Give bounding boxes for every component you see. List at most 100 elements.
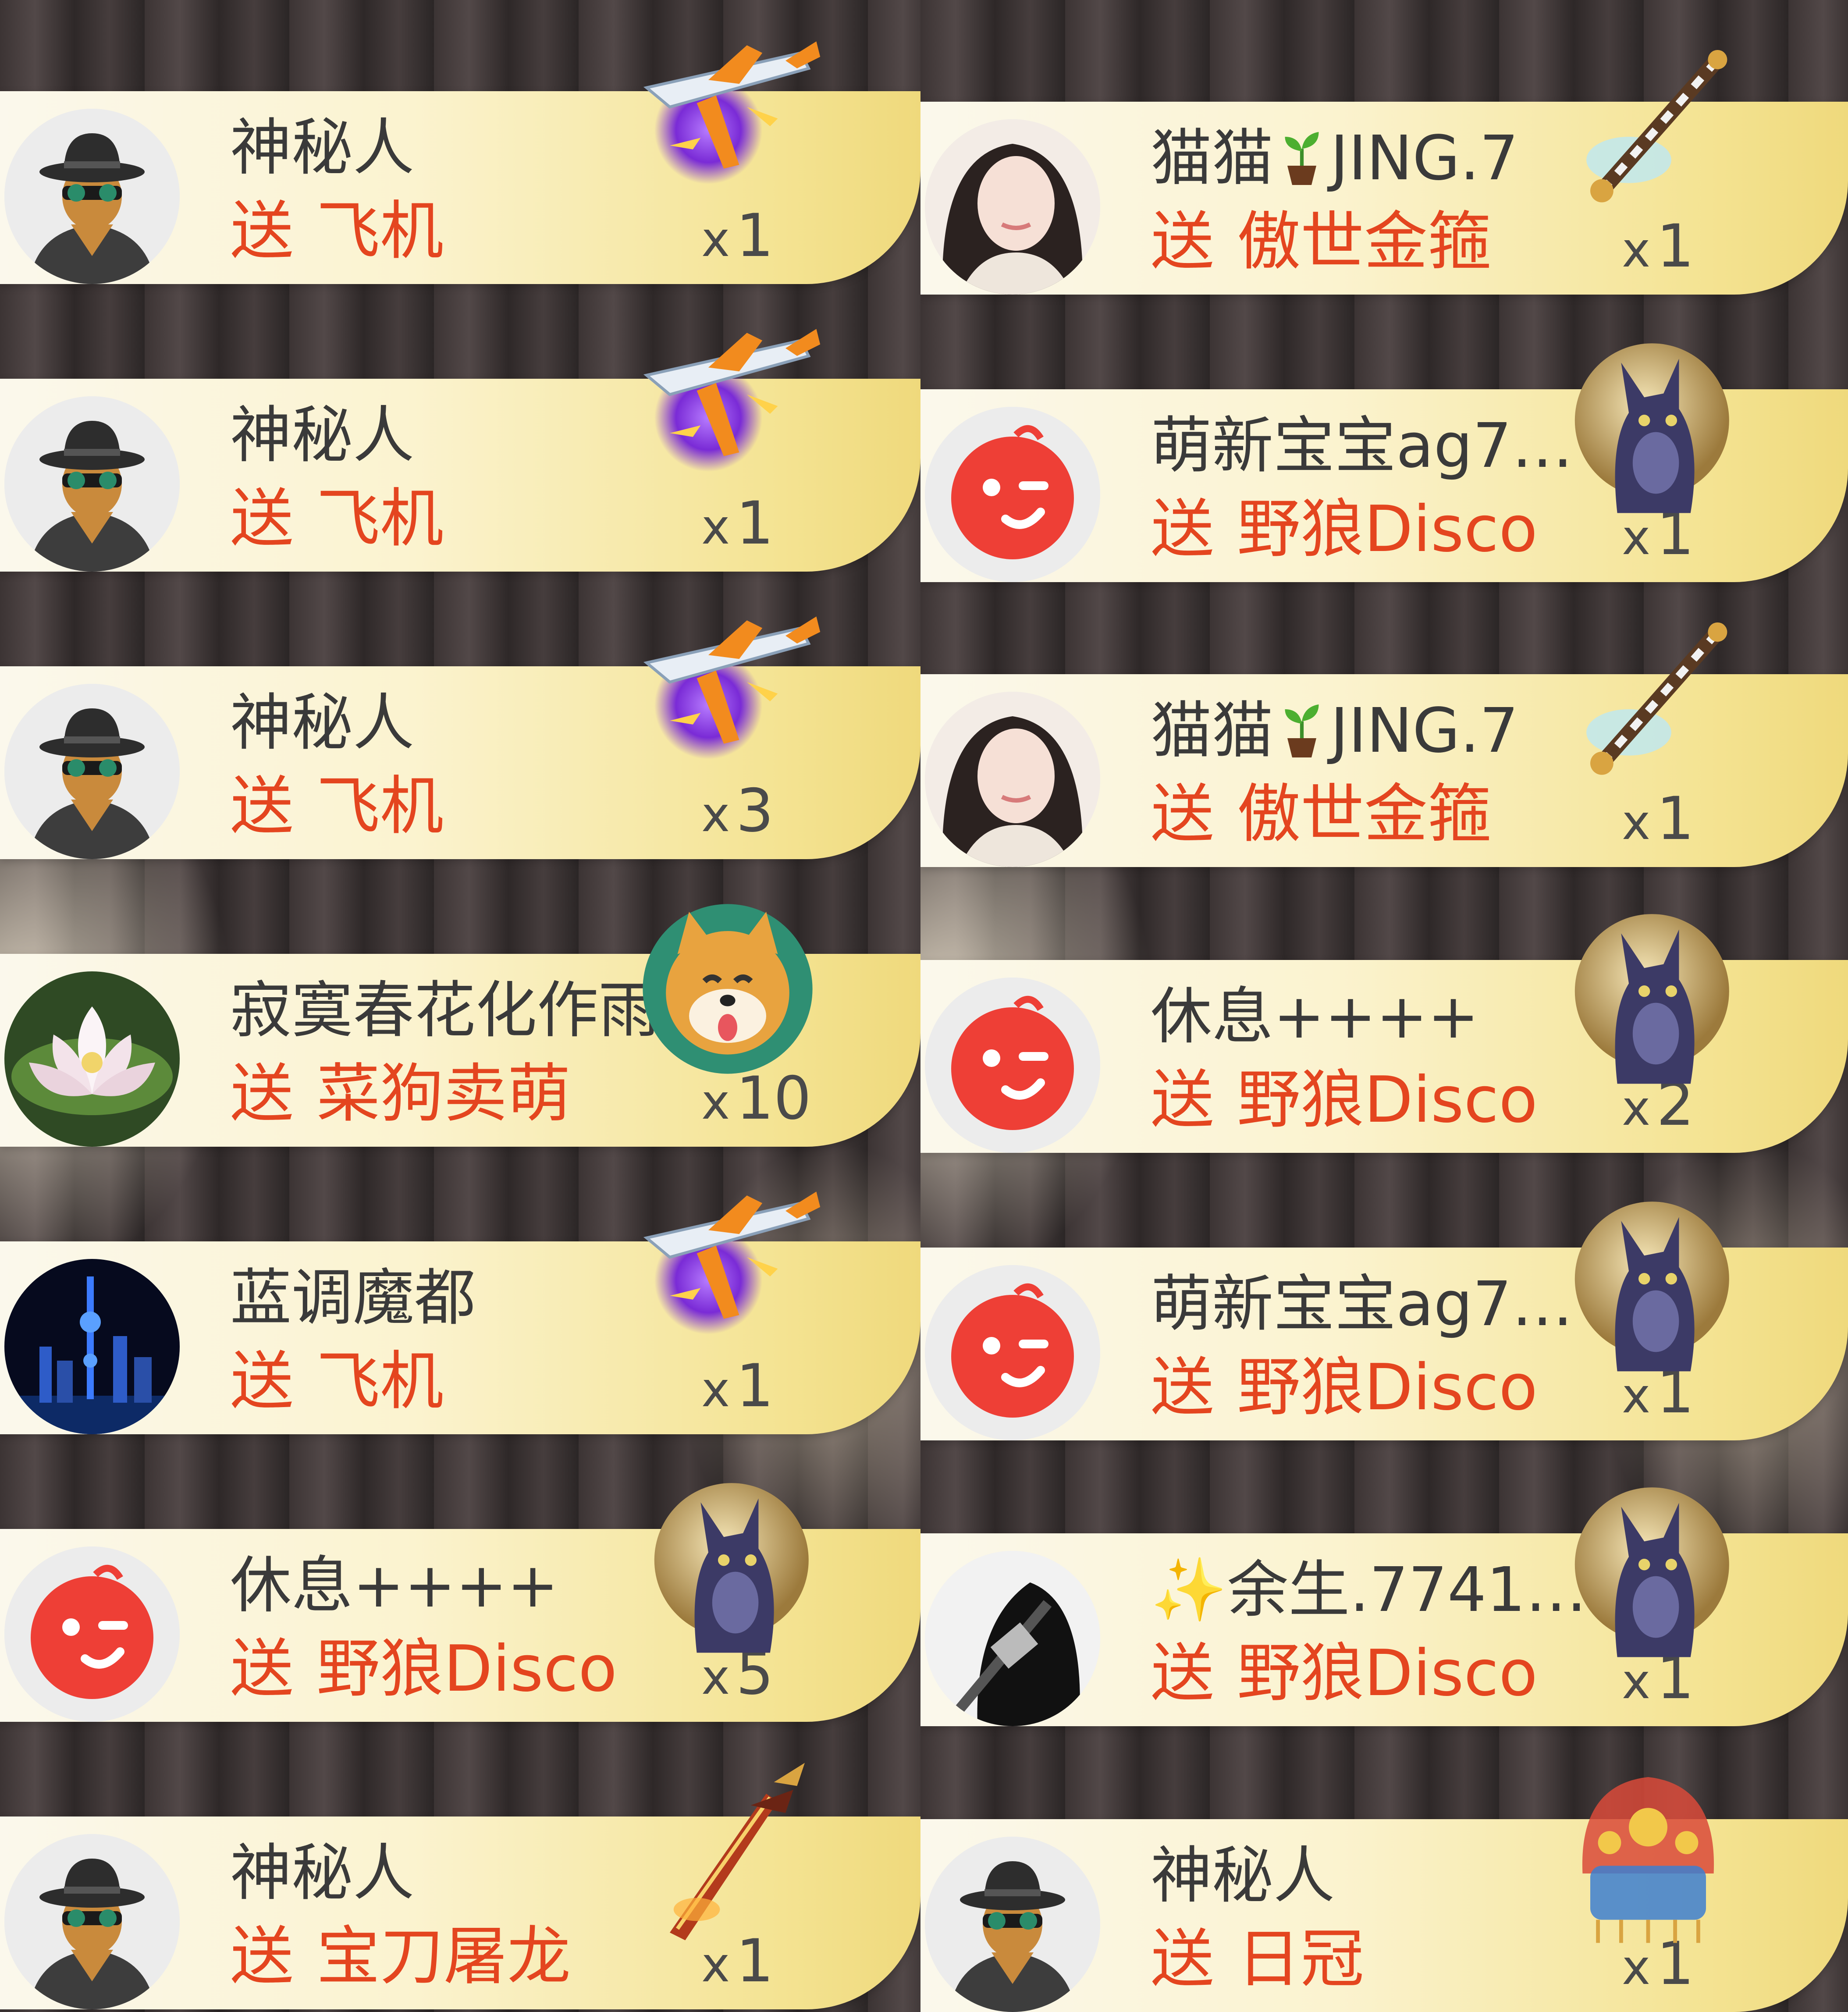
gift-message-card[interactable]: 神秘人送日冠 x 1 <box>920 1819 1848 2012</box>
gift-description: 送飞机 <box>230 194 444 269</box>
username-suffix: JING.7 <box>1330 695 1519 767</box>
username[interactable]: 萌新宝宝ag7… <box>1151 409 1611 483</box>
username[interactable]: 猫猫 JING.7 <box>1151 121 1611 196</box>
username-text: 休息++++ <box>230 1550 559 1621</box>
gift-message-card[interactable]: ✨余生.7741… 送野狼Disco x 1 <box>920 1487 1848 1726</box>
username[interactable]: 神秘人 <box>230 111 690 185</box>
girl-avatar[interactable] <box>925 119 1100 295</box>
golden-staff-icon <box>1552 613 1745 806</box>
lotus-avatar[interactable] <box>4 971 180 1147</box>
username-text: 神秘人 <box>1151 1840 1335 1912</box>
gift-description: 送菜狗卖萌 <box>230 1057 571 1131</box>
wolf-disco-icon <box>1552 1186 1745 1379</box>
spy-avatar-icon[interactable] <box>925 1837 1100 2012</box>
airplane-icon <box>631 605 824 798</box>
gift-message-card[interactable]: 猫猫 JING.7 送傲世金箍 x 1 <box>920 674 1848 867</box>
send-label: 送 <box>230 1344 294 1418</box>
username[interactable]: 寂寞春花化作雨 <box>230 974 690 1048</box>
sketch-avatar[interactable] <box>925 1551 1100 1726</box>
wolf-disco-icon <box>1552 1472 1745 1665</box>
send-label: 送 <box>230 194 294 268</box>
gift-description: 送野狼Disco <box>230 1632 617 1706</box>
spy-avatar-icon[interactable] <box>4 1834 180 2009</box>
gift-message-card[interactable]: 神秘人送飞机 x 1 <box>0 91 920 284</box>
gift-description: 送飞机 <box>230 1344 444 1419</box>
username-text: 寂寞春花化作雨 <box>230 975 660 1046</box>
send-label: 送 <box>1151 205 1214 279</box>
username-text: 神秘人 <box>230 1838 415 1909</box>
airplane-icon <box>631 30 824 223</box>
username-text: 萌新宝宝ag7… <box>1151 410 1573 482</box>
sparkle-icon: ✨ <box>1151 1554 1227 1626</box>
gift-description: 送飞机 <box>230 769 444 844</box>
airplane-icon <box>631 317 824 510</box>
send-label: 送 <box>1151 492 1214 566</box>
gift-name: 飞机 <box>316 194 444 268</box>
left-gift-feed: 神秘人送飞机 x 1 神秘人送飞机 x 1 神秘人送飞机 x 3 寂寞春花化作雨送菜狗卖萌 x 10 蓝… <box>0 0 920 2012</box>
gift-name: 野狼Disco <box>1237 492 1538 566</box>
wink-face-avatar[interactable] <box>925 1265 1100 1440</box>
airplane-icon <box>631 1180 824 1373</box>
spy-avatar-icon[interactable] <box>4 109 180 284</box>
gift-name: 菜狗卖萌 <box>316 1057 571 1131</box>
send-label: 送 <box>1151 777 1214 851</box>
username[interactable]: 休息++++ <box>1151 980 1611 1054</box>
gift-message-card[interactable]: 寂寞春花化作雨送菜狗卖萌 x 10 <box>0 954 920 1147</box>
spy-avatar-icon[interactable] <box>4 684 180 859</box>
send-label: 送 <box>1151 1636 1214 1710</box>
wolf-disco-icon <box>1552 328 1745 521</box>
wolf-disco-icon <box>1552 899 1745 1091</box>
send-label: 送 <box>230 769 294 843</box>
username[interactable]: 休息++++ <box>230 1549 690 1623</box>
gift-description: 送傲世金箍 <box>1151 205 1491 279</box>
gift-message-card[interactable]: 猫猫 JING.7 送傲世金箍 x 1 <box>920 102 1848 295</box>
gift-message-card[interactable]: 休息++++ 送野狼Disco x 2 <box>920 914 1848 1153</box>
username-suffix: JING.7 <box>1330 123 1519 194</box>
username[interactable]: 神秘人 <box>230 1836 690 1911</box>
wink-face-avatar[interactable] <box>925 407 1100 582</box>
gift-message-card[interactable]: 神秘人送宝刀屠龙 x 1 <box>0 1816 920 2009</box>
gift-description: 送日冠 <box>1151 1922 1364 1997</box>
gift-name: 傲世金箍 <box>1237 777 1491 851</box>
gift-message-card[interactable]: 萌新宝宝ag7… 送野狼Disco x 1 <box>920 1202 1848 1440</box>
gift-name: 日冠 <box>1237 1922 1364 1996</box>
send-label: 送 <box>230 482 294 556</box>
username[interactable]: 萌新宝宝ag7… <box>1151 1267 1611 1342</box>
username[interactable]: 神秘人 <box>230 686 690 761</box>
gift-message-card[interactable]: 萌新宝宝ag7… 送野狼Disco x 1 <box>920 343 1848 582</box>
username[interactable]: 神秘人 <box>230 398 690 473</box>
gift-description: 送宝刀屠龙 <box>230 1920 571 1994</box>
gift-name: 飞机 <box>316 1344 444 1418</box>
gift-message-card[interactable]: 休息++++ 送野狼Disco x 5 <box>0 1483 920 1722</box>
username[interactable]: 神秘人 <box>1151 1839 1611 1913</box>
send-label: 送 <box>230 1920 294 1994</box>
right-gift-feed: 猫猫 JING.7 送傲世金箍 x 1 萌新宝宝ag7… 送野狼Disco x 1 猫猫 JING.… <box>920 0 1848 2012</box>
sprout-icon <box>1278 700 1326 761</box>
username[interactable]: 蓝调魔都 <box>230 1261 690 1336</box>
send-label: 送 <box>1151 1922 1214 1996</box>
username-text: 神秘人 <box>230 687 415 759</box>
gift-name: 野狼Disco <box>1237 1636 1538 1710</box>
city-night-avatar[interactable] <box>4 1259 180 1434</box>
gift-name: 傲世金箍 <box>1237 205 1491 279</box>
girl-avatar[interactable] <box>925 692 1100 867</box>
username[interactable]: 猫猫 JING.7 <box>1151 694 1611 768</box>
gift-description: 送傲世金箍 <box>1151 777 1491 852</box>
username-text: 猫猫 <box>1151 695 1274 767</box>
gift-name: 野狼Disco <box>316 1632 617 1706</box>
username-text: 猫猫 <box>1151 123 1274 194</box>
wolf-disco-icon <box>631 1468 824 1660</box>
spy-avatar-icon[interactable] <box>4 396 180 572</box>
gift-message-card[interactable]: 蓝调魔都送飞机 x 1 <box>0 1241 920 1434</box>
wink-face-avatar[interactable] <box>925 978 1100 1153</box>
gift-message-card[interactable]: 神秘人送飞机 x 3 <box>0 666 920 859</box>
username[interactable]: ✨余生.7741… <box>1151 1553 1611 1628</box>
username-text: 萌新宝宝ag7… <box>1151 1269 1573 1340</box>
sprout-icon <box>1278 127 1326 188</box>
gift-name: 飞机 <box>316 769 444 843</box>
username-text: 蓝调魔都 <box>230 1262 476 1334</box>
gift-name: 飞机 <box>316 482 444 556</box>
gift-name: 宝刀屠龙 <box>316 1920 571 1994</box>
wink-face-avatar[interactable] <box>4 1546 180 1722</box>
gift-message-card[interactable]: 神秘人送飞机 x 1 <box>0 379 920 572</box>
